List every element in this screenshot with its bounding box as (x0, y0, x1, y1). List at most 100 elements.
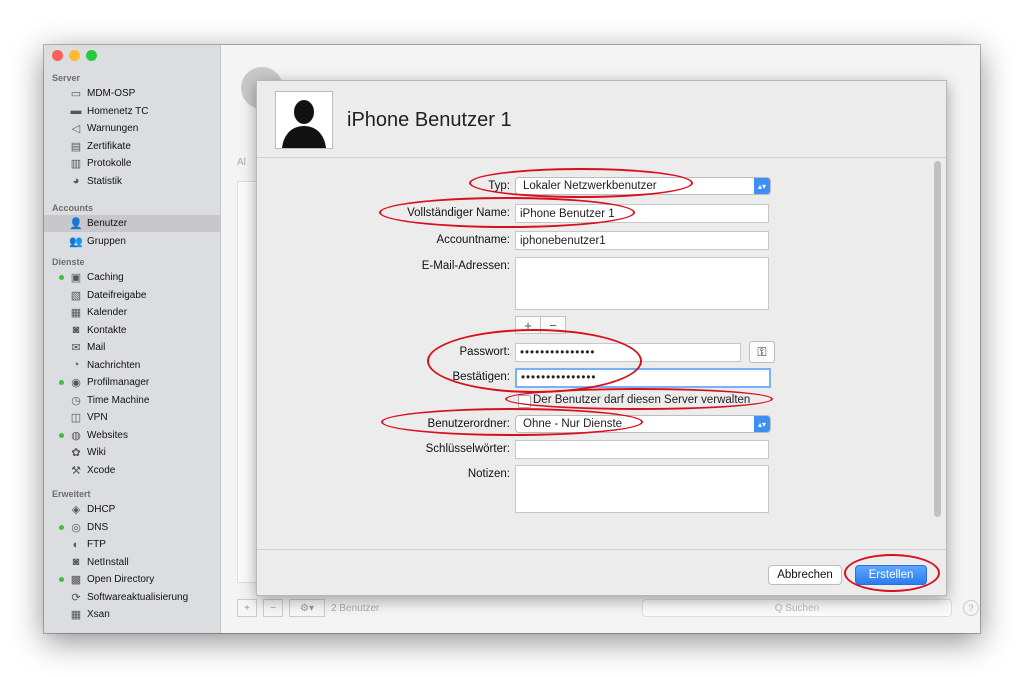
password-field[interactable]: ••••••••••••••• (515, 343, 741, 362)
cancel-button[interactable]: Abbrechen (768, 565, 842, 585)
sidebar-item-mdm-osp[interactable]: ▭ MDM-OSP (44, 85, 220, 102)
close-button[interactable] (52, 50, 63, 61)
help-icon[interactable]: ? (963, 600, 979, 616)
sidebar-item-label: Mail (87, 342, 106, 353)
sidebar-item-kalender[interactable]: ▦ Kalender (44, 304, 220, 321)
sidebar-item-homenetz-tc[interactable]: ▬ Homenetz TC (44, 103, 220, 120)
keywords-field[interactable] (515, 440, 769, 459)
sidebar-item-label: DHCP (87, 504, 116, 515)
megaphone-icon: ◁ (71, 123, 81, 135)
create-button[interactable]: Erstellen (855, 565, 927, 585)
remove-button[interactable]: − (263, 599, 283, 617)
sidebar-item-protokolle[interactable]: ▥ Protokolle (44, 155, 220, 172)
sidebar-item-warnungen[interactable]: ◁ Warnungen (44, 120, 220, 137)
sidebar-item-mail[interactable]: ✉ Mail (44, 339, 220, 356)
email-add-button[interactable]: + (516, 317, 540, 333)
sheet-title: iPhone Benutzer 1 (347, 109, 512, 131)
sidebar-item-time-machine[interactable]: ◷ Time Machine (44, 392, 220, 409)
sidebar-item-benutzer[interactable]: 👤 Benutzer (44, 215, 220, 232)
hammer-icon: ⚒ (71, 464, 81, 477)
homefolder-label: Benutzerordner: (427, 418, 510, 430)
sidebar-section-dienste: Dienste (52, 257, 85, 267)
user-icon: 👤 (69, 218, 83, 230)
user-photo[interactable] (275, 91, 333, 149)
sidebar-item-label: FTP (87, 539, 106, 550)
status-dot (59, 577, 64, 582)
minimize-button[interactable] (69, 50, 80, 61)
add-button[interactable]: + (237, 599, 257, 617)
sidebar-item-label: Open Directory (87, 574, 155, 585)
sidebar-item-caching[interactable]: ▣ Caching (44, 269, 220, 286)
email-remove-button[interactable]: − (540, 317, 565, 333)
sidebar-item-websites[interactable]: ◍ Websites (44, 427, 220, 444)
notes-field[interactable] (515, 465, 769, 513)
bottom-bar: + − ⚙▾ 2 Benutzer Q Suchen ? (237, 597, 979, 619)
sidebar-item-label: VPN (87, 412, 108, 423)
sidebar-item-wiki[interactable]: ✿ Wiki (44, 444, 220, 461)
email-list[interactable] (515, 257, 769, 310)
sidebar-item-gruppen[interactable]: 👥 Gruppen (44, 233, 220, 250)
sidebar-item-dns[interactable]: ◎ DNS (44, 519, 220, 536)
sidebar-item-kontakte[interactable]: ◙ Kontakte (44, 322, 220, 339)
sidebar-item-xsan[interactable]: ▦ Xsan (44, 606, 220, 623)
sidebar-item-statistik[interactable]: ◕ Statistik (44, 173, 220, 190)
open-directory-icon: ▩ (70, 574, 82, 586)
sidebar-item-label: NetInstall (87, 556, 129, 568)
gauge-icon: ◕ (72, 175, 80, 187)
fullname-label: Vollständiger Name: (407, 207, 510, 219)
sidebar-item-label: Xsan (87, 609, 110, 620)
key-icon[interactable]: ⚿ (749, 341, 775, 363)
password-label: Passwort: (459, 346, 511, 358)
accountname-field[interactable]: iphonebenutzer1 (515, 231, 769, 250)
typ-popup[interactable]: Lokaler Netzwerkbenutzer ▴▾ (515, 177, 771, 195)
fullname-field[interactable]: iPhone Benutzer 1 (515, 204, 769, 223)
zoom-button[interactable] (86, 50, 97, 61)
sidebar-item-label: Time Machine (87, 394, 150, 406)
keywords-label: Schlüsselwörter: (425, 443, 510, 455)
netinstall-icon: ◙ (72, 556, 80, 568)
sidebar-item-label: Homenetz TC (87, 105, 149, 117)
sidebar-item-label: Profilmanager (87, 377, 150, 388)
homefolder-value: Ohne - Nur Dienste (523, 418, 623, 430)
sidebar-item-label: Zertifikate (87, 140, 131, 152)
notes-label: Notizen: (467, 468, 510, 480)
sidebar-item-dateifreigabe[interactable]: ▧ Dateifreigabe (44, 287, 220, 304)
sidebar-item-ftp[interactable]: ◐ FTP (44, 536, 220, 553)
mail-icon: ✉ (71, 342, 81, 354)
filter-prefix: Al (237, 157, 246, 168)
sidebar-item-open-directory[interactable]: ▩ Open Directory (44, 571, 220, 588)
search-input[interactable]: Q Suchen (642, 599, 952, 617)
scrollbar[interactable] (934, 161, 941, 517)
globe-icon: ◍ (71, 429, 81, 442)
sidebar-item-netinstall[interactable]: ◙ NetInstall (44, 554, 220, 571)
sidebar-item-zertifikate[interactable]: ▤ Zertifikate (44, 138, 220, 155)
dhcp-icon: ◈ (71, 504, 81, 516)
bottom-divider (257, 549, 946, 550)
contacts-icon: ◙ (72, 324, 80, 336)
homefolder-popup[interactable]: Ohne - Nur Dienste ▴▾ (515, 415, 771, 433)
sidebar-item-softwareaktualisierung[interactable]: ⟳ Softwareaktualisierung (44, 589, 220, 606)
status-dot (59, 380, 64, 385)
window-controls (52, 50, 97, 61)
sidebar-item-xcode[interactable]: ⚒ Xcode (44, 462, 220, 479)
admin-checkbox-label: Der Benutzer darf diesen Server verwalte… (533, 394, 751, 406)
sidebar-item-label: Warnungen (87, 123, 139, 134)
chevron-updown-icon: ▴▾ (754, 178, 770, 194)
sidebar: Server ▭ MDM-OSP ▬ Homenetz TC ◁ Warnungen ▤ Zer… (44, 45, 221, 633)
gear-icon[interactable]: ⚙▾ (289, 599, 325, 617)
sidebar-item-nachrichten[interactable]: ◔ Nachrichten (44, 357, 220, 374)
email-label: E-Mail-Adressen: (421, 260, 510, 272)
confirm-password-field[interactable]: ••••••••••••••• (515, 368, 771, 388)
sidebar-item-vpn[interactable]: ◫ VPN (44, 409, 220, 426)
sidebar-section-accounts: Accounts (52, 203, 94, 213)
sidebar-item-dhcp[interactable]: ◈ DHCP (44, 501, 220, 518)
sidebar-item-label: Statistik (87, 175, 123, 187)
sidebar-item-label: Kalender (87, 307, 128, 318)
sidebar-item-label: Kontakte (87, 324, 127, 336)
top-divider (257, 157, 946, 158)
sidebar-item-label: Gruppen (87, 235, 126, 247)
folder-share-icon: ▧ (70, 289, 82, 302)
admin-checkbox[interactable] (518, 395, 531, 408)
sidebar-item-profilmanager[interactable]: ◉ Profilmanager (44, 374, 220, 391)
vpn-icon: ◫ (70, 412, 82, 424)
